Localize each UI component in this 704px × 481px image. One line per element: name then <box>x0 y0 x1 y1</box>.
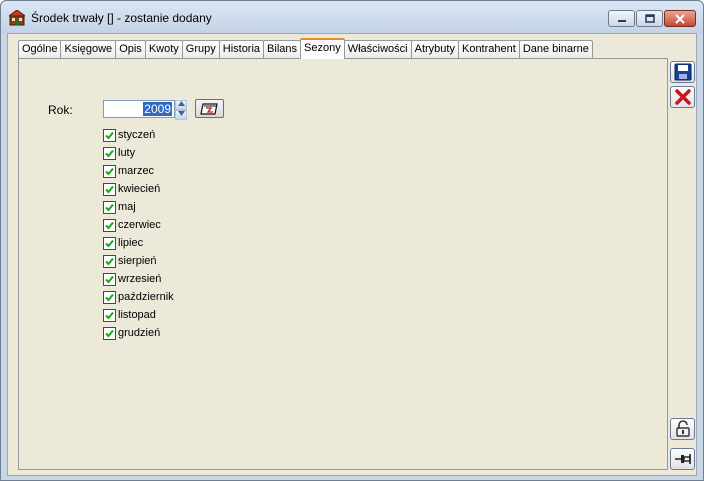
tab-kwoty[interactable]: Kwoty <box>144 40 183 59</box>
checkbox-checked-icon[interactable] <box>103 128 116 142</box>
tab-ogolne[interactable]: Ogólne <box>18 40 62 59</box>
tab-grupy[interactable]: Grupy <box>181 40 220 59</box>
tab-historia[interactable]: Historia <box>218 40 265 59</box>
tab-kontrahent[interactable]: Kontrahent <box>457 40 520 59</box>
month-label: październik <box>118 291 174 303</box>
maximize-button[interactable] <box>636 10 663 27</box>
month-label: czerwiec <box>118 219 161 231</box>
month-item-12[interactable]: grudzień <box>103 324 174 342</box>
year-input[interactable]: 2009 <box>103 100 175 118</box>
tab-dane-binarne[interactable]: Dane binarne <box>518 40 593 59</box>
pin-button[interactable] <box>670 448 695 470</box>
month-item-5[interactable]: maj <box>103 198 174 216</box>
month-label: maj <box>118 201 136 213</box>
month-label: sierpień <box>118 255 157 267</box>
month-label: grudzień <box>118 327 161 339</box>
maximize-icon <box>644 13 655 23</box>
minimize-icon <box>617 19 626 22</box>
month-item-4[interactable]: kwiecień <box>103 180 174 198</box>
month-list: styczeń luty marzec kwiecień maj czerwie… <box>103 126 174 342</box>
checkbox-checked-icon[interactable] <box>103 272 116 286</box>
lock-icon <box>675 420 690 437</box>
chevron-down-icon <box>177 111 185 116</box>
month-item-6[interactable]: czerwiec <box>103 216 174 234</box>
month-item-2[interactable]: luty <box>103 144 174 162</box>
save-button[interactable] <box>670 61 695 83</box>
tab-wlasciwosci[interactable]: Właściwości <box>343 40 412 59</box>
tab-atrybuty[interactable]: Atrybuty <box>410 40 459 59</box>
client-area: Ogólne Księgowe Opis Kwoty Grupy Histori… <box>7 33 697 476</box>
month-label: styczeń <box>118 129 156 141</box>
checkbox-checked-icon[interactable] <box>103 308 116 322</box>
tab-opis[interactable]: Opis <box>115 40 146 59</box>
spin-down-button[interactable] <box>175 110 187 120</box>
checkbox-checked-icon[interactable] <box>103 164 116 178</box>
window-title: Środek trwały [] - zostanie dodany <box>31 11 212 25</box>
month-label: listopad <box>118 309 156 321</box>
tab-bilans[interactable]: Bilans <box>263 40 302 59</box>
year-value: 2009 <box>143 102 172 116</box>
sezony-panel: Rok: 2009 styczeń luty marzec kwiecień m… <box>18 58 668 470</box>
tab-ksiegowe[interactable]: Księgowe <box>60 40 117 59</box>
month-item-10[interactable]: październik <box>103 288 174 306</box>
month-item-9[interactable]: wrzesień <box>103 270 174 288</box>
calendar-icon <box>199 102 218 115</box>
pin-icon <box>674 454 691 464</box>
checkbox-checked-icon[interactable] <box>103 290 116 304</box>
checkbox-checked-icon[interactable] <box>103 236 116 250</box>
app-icon <box>7 9 27 26</box>
main-window: Środek trwały [] - zostanie dodany Ogóln… <box>0 0 704 481</box>
tab-sezony[interactable]: Sezony <box>300 38 345 59</box>
minimize-button[interactable] <box>608 10 635 27</box>
cancel-button[interactable] <box>670 86 695 108</box>
save-icon <box>674 63 691 81</box>
month-label: luty <box>118 147 136 159</box>
month-label: lipiec <box>118 237 144 249</box>
title-bar[interactable]: Środek trwały [] - zostanie dodany <box>1 1 703 33</box>
calendar-button[interactable] <box>195 99 224 118</box>
month-label: wrzesień <box>118 273 162 285</box>
month-label: kwiecień <box>118 183 161 195</box>
lock-button[interactable] <box>670 418 695 440</box>
close-button[interactable] <box>664 10 696 27</box>
tab-strip: Ogólne Księgowe Opis Kwoty Grupy Histori… <box>18 38 593 59</box>
checkbox-checked-icon[interactable] <box>103 182 116 196</box>
rok-label: Rok: <box>48 103 73 117</box>
month-item-7[interactable]: lipiec <box>103 234 174 252</box>
month-item-1[interactable]: styczeń <box>103 126 174 144</box>
spin-up-button[interactable] <box>175 100 187 110</box>
year-spinner[interactable] <box>175 100 187 120</box>
checkbox-checked-icon[interactable] <box>103 326 116 340</box>
month-label: marzec <box>118 165 155 177</box>
month-item-11[interactable]: listopad <box>103 306 174 324</box>
month-item-8[interactable]: sierpień <box>103 252 174 270</box>
close-icon <box>675 13 685 24</box>
cancel-icon <box>674 89 691 105</box>
checkbox-checked-icon[interactable] <box>103 218 116 232</box>
chevron-up-icon <box>177 101 185 106</box>
checkbox-checked-icon[interactable] <box>103 200 116 214</box>
checkbox-checked-icon[interactable] <box>103 254 116 268</box>
month-item-3[interactable]: marzec <box>103 162 174 180</box>
checkbox-checked-icon[interactable] <box>103 146 116 160</box>
